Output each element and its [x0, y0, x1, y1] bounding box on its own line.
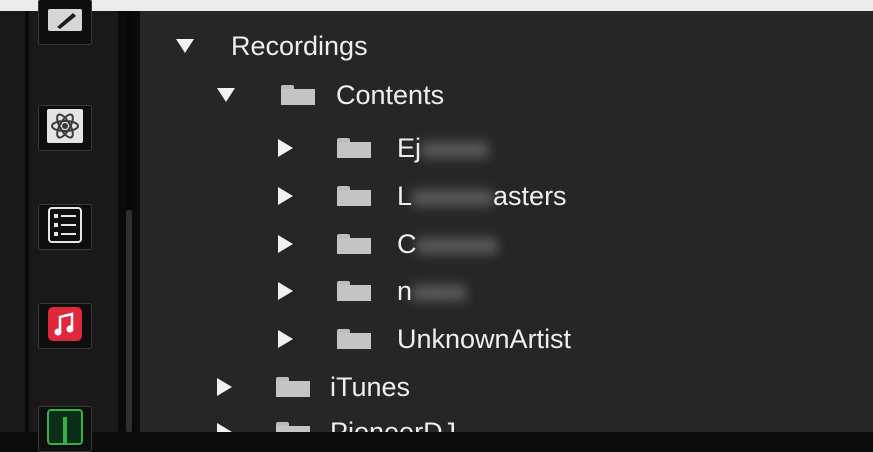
folder-icon — [337, 138, 371, 158]
tree-item-artist[interactable]: C xxxxxx — [278, 226, 498, 262]
tree-item-recordings[interactable]: Recordings — [176, 28, 368, 64]
sidebar — [0, 0, 118, 452]
download-icon — [47, 408, 83, 450]
music-library-button[interactable] — [38, 303, 92, 349]
tree-item-label: C — [397, 229, 417, 259]
tree-item-label: asters — [493, 181, 567, 211]
expand-arrow-right-icon[interactable] — [278, 187, 293, 205]
expand-arrow-right-icon[interactable] — [278, 139, 293, 157]
tree-item-label: L — [397, 181, 413, 211]
list-view-icon — [48, 206, 82, 248]
sidebar-scrollbar-thumb[interactable] — [126, 210, 132, 432]
tree-item-label: Ej — [397, 133, 422, 163]
tree-item-label: Contents — [336, 80, 445, 110]
tree-item-artist[interactable]: n xxxx — [278, 273, 466, 309]
folder-icon — [337, 329, 371, 349]
expand-arrow-right-icon[interactable] — [278, 330, 293, 348]
redacted-text: xxxxxx — [412, 181, 494, 211]
tree-item-itunes[interactable]: iTunes — [217, 369, 410, 405]
sidebar-rail — [25, 11, 29, 432]
top-bar — [0, 0, 873, 11]
folder-icon — [337, 234, 371, 254]
folder-icon — [337, 281, 371, 301]
list-view-button[interactable] — [38, 204, 92, 250]
tree-item-label: Recordings — [231, 31, 368, 61]
expand-arrow-right-icon[interactable] — [278, 235, 293, 253]
tree-item-label: PioneerDJ — [330, 417, 457, 432]
redacted-text: xxxxxx — [416, 229, 498, 259]
tree-item-label: iTunes — [330, 372, 411, 402]
folder-icon — [281, 85, 315, 105]
expand-arrow-right-icon[interactable] — [217, 378, 232, 396]
tree-item-artist[interactable]: L xxxxxx asters — [278, 178, 567, 214]
pen-edit-icon — [47, 8, 83, 37]
download-button[interactable] — [38, 406, 92, 452]
expand-arrow-right-icon[interactable] — [278, 282, 293, 300]
folder-icon — [276, 422, 310, 432]
folder-tree: Recordings Contents Ej xxxxx L xxxxxx as… — [140, 11, 873, 432]
tree-item-pioneerdj[interactable]: PioneerDJ — [217, 414, 456, 432]
redacted-text: xxxx — [412, 276, 467, 306]
edit-button[interactable] — [38, 0, 92, 45]
related-tracks-button[interactable] — [38, 105, 92, 151]
atom-icon — [46, 108, 84, 149]
tree-item-label: n — [397, 276, 413, 306]
tree-item-artist[interactable]: Ej xxxxx — [278, 130, 489, 166]
music-app-icon — [47, 306, 83, 347]
expand-arrow-down-icon[interactable] — [217, 88, 235, 102]
expand-arrow-right-icon[interactable] — [217, 423, 232, 432]
tree-item-contents[interactable]: Contents — [217, 77, 444, 113]
expand-arrow-down-icon[interactable] — [176, 39, 194, 53]
folder-icon — [276, 377, 310, 397]
redacted-text: xxxxx — [421, 133, 489, 163]
tree-item-label: UnknownArtist — [397, 324, 572, 354]
folder-icon — [337, 186, 371, 206]
tree-item-unknown-artist[interactable]: UnknownArtist — [278, 321, 571, 357]
